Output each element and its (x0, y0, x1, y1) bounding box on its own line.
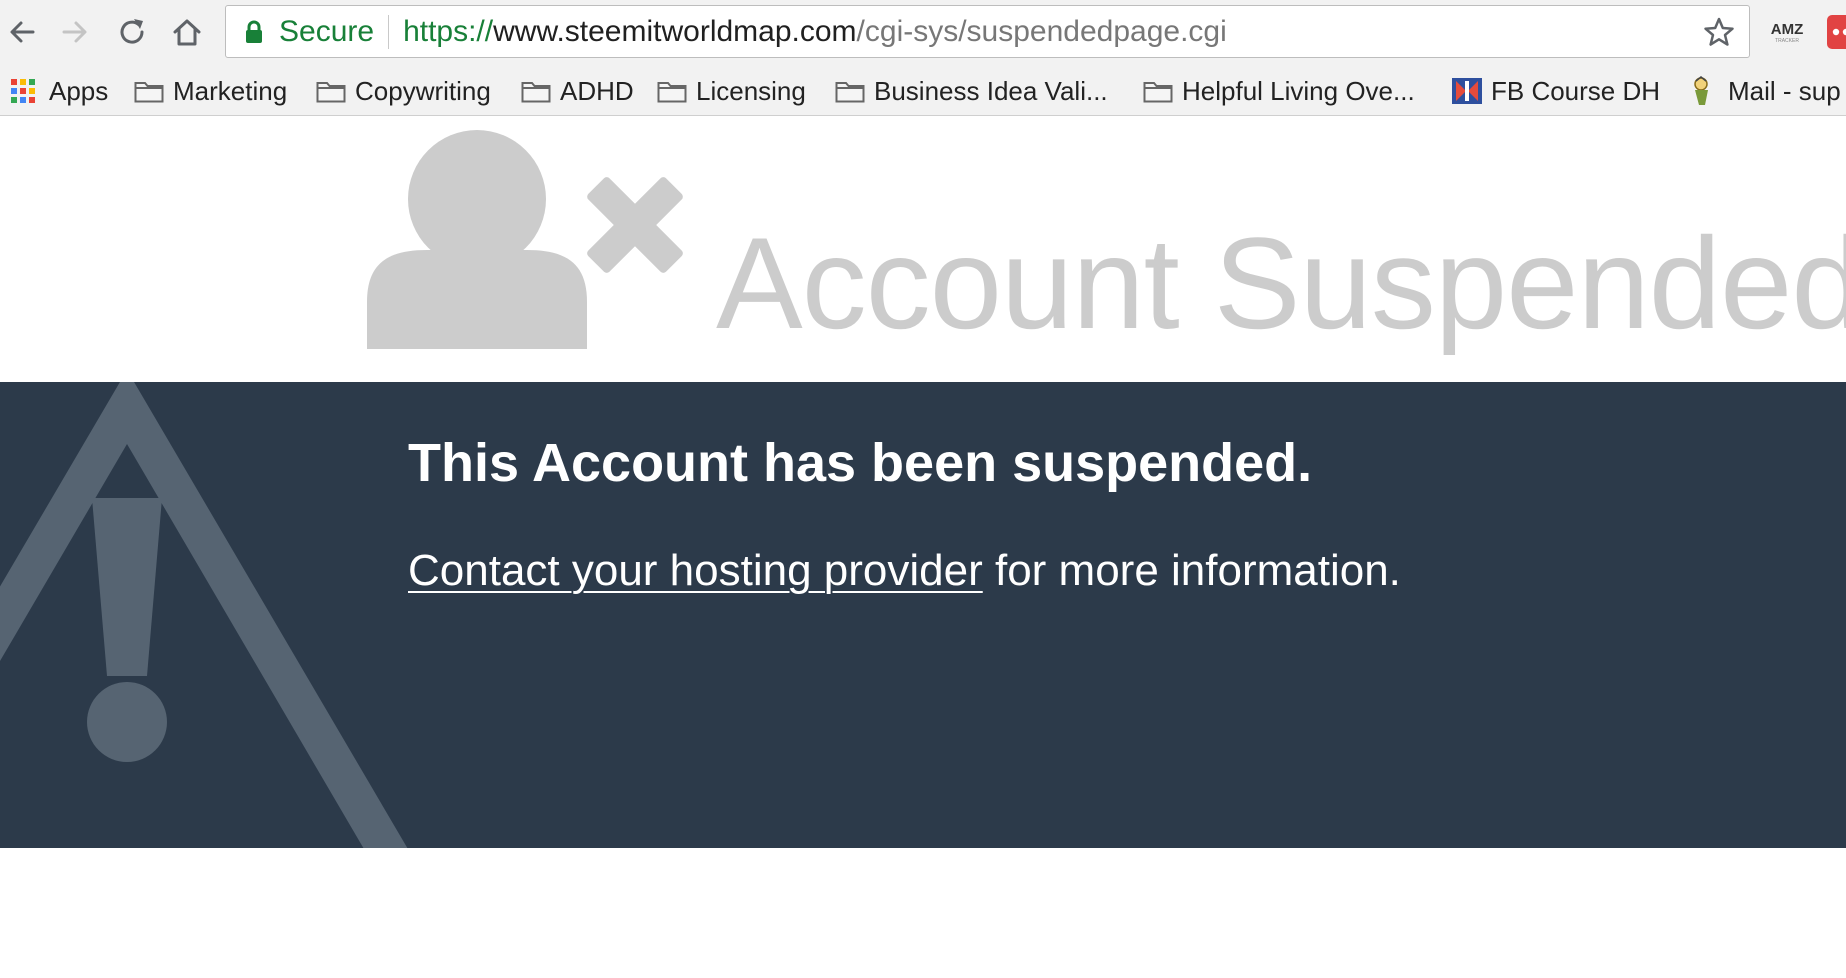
back-button[interactable] (0, 10, 44, 54)
folder-icon (835, 78, 865, 104)
bookmark-copywriting[interactable]: Copywriting (316, 66, 491, 115)
folder-icon (521, 78, 551, 104)
address-bar[interactable]: Secure https://www.steemitworldmap.com/c… (225, 5, 1750, 58)
bookmark-label: Apps (49, 75, 109, 106)
amz-tracker-extension-icon[interactable]: AMZ TRACKER (1770, 16, 1804, 50)
bookmark-label: Mail - sup (1728, 75, 1841, 106)
bookmark-apps[interactable]: Apps (10, 66, 109, 115)
url-host: www.steemitworldmap.com (493, 14, 857, 48)
bookmarks-bar: Apps Marketing Copywriting ADHD Licensin… (0, 66, 1846, 116)
folder-icon (134, 78, 164, 104)
bookmark-label: Marketing (173, 75, 288, 106)
user-suspended-icon (367, 130, 683, 349)
apps-grid-icon (10, 78, 40, 104)
red-extension-icon[interactable] (1827, 15, 1846, 49)
reload-icon (120, 19, 144, 44)
contact-message-suffix: for more information. (982, 546, 1401, 595)
contact-message: Contact your hosting provider for more i… (408, 546, 1401, 595)
security-label: Secure (279, 14, 375, 48)
bookmark-label: FB Course DH (1491, 75, 1661, 106)
bookmark-licensing[interactable]: Licensing (657, 66, 806, 115)
mail-favicon-icon (1689, 76, 1719, 105)
bookmark-business-idea[interactable]: Business Idea Vali... (835, 66, 1108, 115)
bookmark-label: Copywriting (355, 75, 491, 106)
bookmark-label: Business Idea Vali... (874, 75, 1108, 106)
folder-icon (657, 78, 687, 104)
suspension-message-title: This Account has been suspended. (408, 433, 1313, 493)
url-path: /cgi-sys/suspendedpage.cgi (856, 14, 1227, 48)
lock-icon (245, 19, 265, 45)
page-heading: Account Suspended (716, 210, 1846, 356)
omnibox-divider (388, 14, 390, 49)
forward-button[interactable] (53, 10, 97, 54)
arrow-left-icon (10, 21, 35, 43)
bookmark-label: Licensing (696, 75, 806, 106)
browser-toolbar: Secure https://www.steemitworldmap.com/c… (0, 0, 1846, 66)
amz-tracker-label: AMZ (1770, 21, 1804, 38)
bookmark-star-icon[interactable] (1703, 16, 1735, 48)
amz-tracker-sublabel: TRACKER (1775, 38, 1799, 44)
fb-course-favicon-icon (1452, 78, 1482, 104)
suspension-banner: This Account has been suspended. Contact… (0, 382, 1846, 848)
bookmark-marketing[interactable]: Marketing (134, 66, 288, 115)
url-text[interactable]: https://www.steemitworldmap.com/cgi-sys/… (403, 15, 1227, 49)
bookmark-mail[interactable]: Mail - sup (1689, 66, 1841, 115)
folder-icon (316, 78, 346, 104)
bookmark-label: Helpful Living Ove... (1182, 75, 1415, 106)
bookmark-helpful-living[interactable]: Helpful Living Ove... (1143, 66, 1415, 115)
home-icon (173, 19, 201, 46)
url-scheme: https:// (403, 14, 494, 48)
bookmark-fb-course[interactable]: FB Course DH (1452, 66, 1661, 115)
folder-icon (1143, 78, 1173, 104)
arrow-right-icon (62, 21, 87, 43)
reload-button[interactable] (110, 10, 154, 54)
bookmark-adhd[interactable]: ADHD (521, 66, 634, 115)
contact-hosting-provider-link[interactable]: Contact your hosting provider (408, 546, 983, 595)
home-button[interactable] (165, 10, 209, 54)
bookmark-label: ADHD (560, 75, 634, 106)
